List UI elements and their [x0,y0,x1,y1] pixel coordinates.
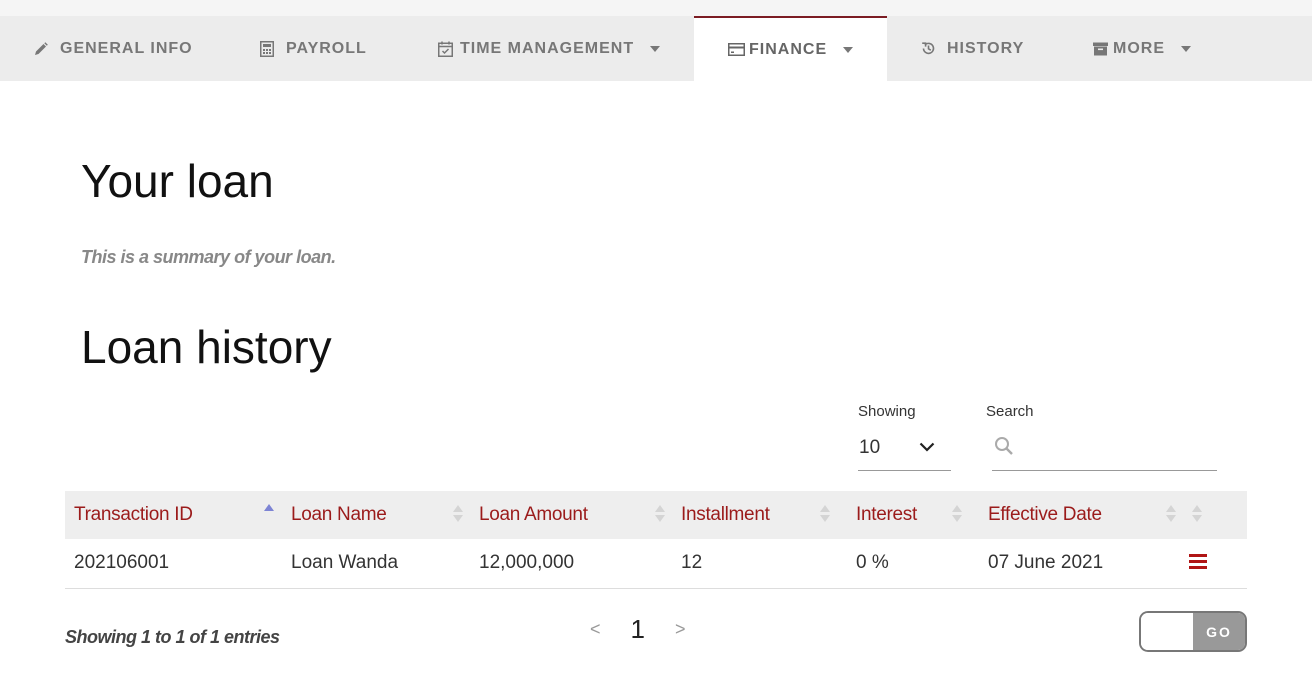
tab-label: HISTORY [947,39,1025,57]
cell-loan-name: Loan Wanda [282,539,470,589]
page-size-select[interactable]: 10 [858,426,951,471]
column-header-interest[interactable]: Interest [847,491,979,539]
column-label: Loan Amount [479,504,588,525]
search-icon [994,436,1014,461]
search-input[interactable] [1022,433,1212,463]
sort-icon [1166,505,1176,525]
pagination: < 1 > [590,614,686,645]
row-menu-icon[interactable] [1189,554,1207,569]
goto-page-input[interactable] [1141,613,1193,650]
sort-icon [655,505,665,525]
tab-label: GENERAL INFO [60,39,193,57]
cell-actions [1187,539,1247,589]
table-header-row: Transaction ID Loan Name Loan Amount Ins… [65,491,1247,539]
column-header-installment[interactable]: Installment [672,491,847,539]
history-icon [919,40,937,58]
sort-ascending-icon [264,504,274,524]
column-header-loan-name[interactable]: Loan Name [282,491,470,539]
table-row: 202106001 Loan Wanda 12,000,000 12 0 % 0… [65,539,1247,589]
loan-history-table: Transaction ID Loan Name Loan Amount Ins… [65,491,1247,589]
tab-label: TIME MANAGEMENT [460,39,635,57]
cell-loan-amount: 12,000,000 [470,539,672,589]
tab-label: PAYROLL [286,39,367,57]
sort-icon [1192,505,1202,525]
sort-icon [952,505,962,525]
column-header-actions [1187,491,1247,539]
tab-finance[interactable]: FINANCE [694,16,887,81]
archive-icon [1091,40,1109,58]
tab-time-management[interactable]: TIME MANAGEMENT [402,16,694,81]
cell-transaction-id: 202106001 [65,539,282,589]
top-strip [0,0,1312,16]
chevron-down-icon [919,439,935,457]
tab-label: FINANCE [749,40,828,58]
column-header-effective-date[interactable]: Effective Date [979,491,1187,539]
tab-payroll[interactable]: PAYROLL [224,16,402,81]
page-size-value: 10 [859,437,881,458]
next-page-button[interactable]: > [675,619,686,640]
column-header-transaction-id[interactable]: Transaction ID [65,491,282,539]
page-number-current[interactable]: 1 [631,614,645,645]
column-label: Interest [856,504,917,525]
cell-installment: 12 [672,539,847,589]
cell-effective-date: 07 June 2021 [979,539,1187,589]
tab-bar: GENERAL INFO PAYROLL TIME MANAGEMENT FIN… [0,16,1312,81]
tab-general-info[interactable]: GENERAL INFO [0,16,224,81]
credit-card-icon [727,41,745,59]
section-title: Loan history [81,321,332,373]
caret-down-icon [843,46,854,53]
showing-label: Showing [858,403,916,420]
sort-icon [820,505,830,525]
search-box [992,426,1217,471]
pencil-icon [32,40,50,58]
column-label: Effective Date [988,504,1102,525]
sort-icon [453,505,463,525]
prev-page-button[interactable]: < [590,619,601,640]
tab-more[interactable]: MORE [1059,16,1229,81]
column-label: Transaction ID [74,504,193,525]
cell-interest: 0 % [847,539,979,589]
column-label: Loan Name [291,504,387,525]
tab-label: MORE [1113,39,1165,57]
page-title: Your loan [81,155,274,207]
column-label: Installment [681,504,770,525]
calendar-check-icon [436,40,454,58]
column-header-loan-amount[interactable]: Loan Amount [470,491,672,539]
tab-history[interactable]: HISTORY [887,16,1059,81]
caret-down-icon [650,45,661,52]
go-button[interactable]: GO [1193,613,1245,650]
calculator-icon [258,40,276,58]
goto-page-control: GO [1139,611,1247,652]
search-label: Search [986,403,1034,420]
caret-down-icon [1181,45,1191,52]
page-subtitle: This is a summary of your loan. [81,247,336,267]
entries-info: Showing 1 to 1 of 1 entries [65,627,280,647]
